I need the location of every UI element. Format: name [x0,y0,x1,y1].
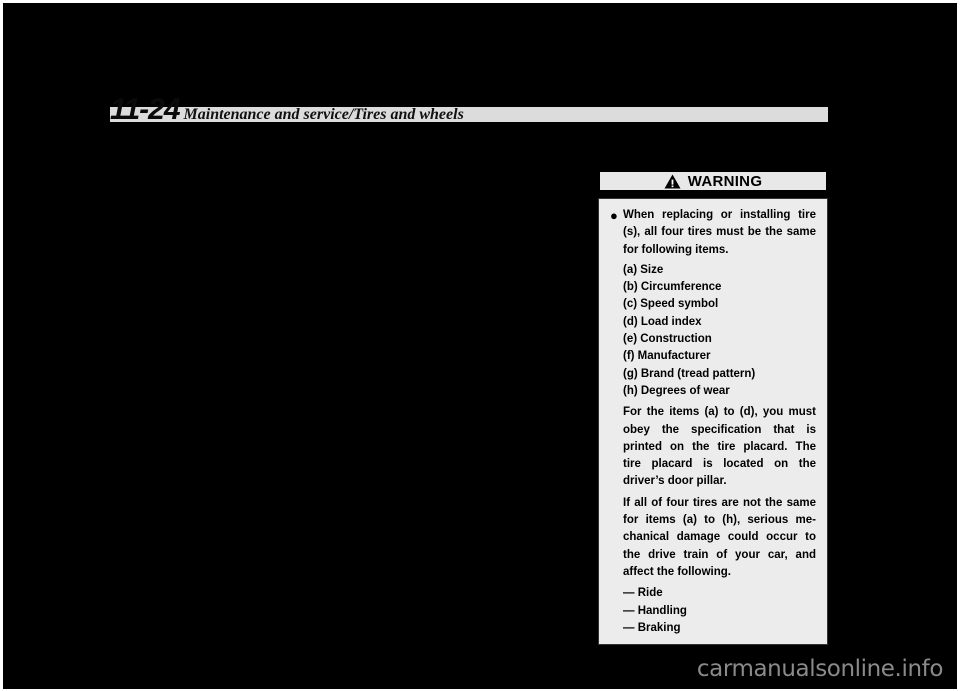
warning-lead-text: When replacing or installing tire (s), a… [623,207,816,259]
warning-body: ● When replacing or installing tire (s),… [598,198,828,646]
running-header-content: 11-24 Maintenance and service/Tires and w… [110,95,464,125]
list-item: (a) Size [623,263,664,276]
list-item: (c) Speed symbol [623,298,719,311]
p1-line-1: For the items (a) to (d), you must [623,406,816,419]
bullet-icon: ● [610,208,618,223]
section-title: Maintenance and service/Tires and wheels [183,106,464,123]
warning-lead-item: ● When replacing or installing tire (s),… [610,207,816,259]
warning-paragraph-2: If all of four tires are not the same fo… [610,495,816,581]
list-item: (e) Construction [623,333,712,346]
list-item: — Handling [623,604,687,617]
page-edge-top [0,0,960,3]
lead-line-2: (s), all four tires must be the same [623,226,816,239]
p2-line-5: affect the following. [623,565,731,578]
warning-paragraph-1: For the items (a) to (d), you must obey … [610,404,816,490]
warning-label: WARNING [687,172,763,190]
list-item: — Braking [623,621,681,634]
lead-line-1: When replacing or installing tire [623,209,816,221]
p1-line-5: driver’s door pillar. [623,475,727,488]
warning-triangle-icon [664,174,681,188]
lead-line-3: for following items. [623,243,729,256]
p2-line-3: chanical damage could occur to [623,531,816,544]
p1-line-3: printed on the tire placard. The [623,440,816,453]
page-edge-left [0,0,3,691]
p1-line-4: tire placard is located on the [623,458,816,471]
list-item: — Ride [623,587,663,600]
p2-line-4: the drive train of your car, and [623,548,816,561]
warning-callout: WARNING ● When replacing or installing t… [598,170,831,646]
warning-effects-list: — Ride — Handling — Braking [610,585,816,637]
site-watermark: carmanualsonline.info [696,656,944,682]
p2-line-2: for items (a) to (h), serious me- [623,514,816,527]
warning-header-bar: WARNING [598,170,828,192]
manual-page: 11-24 Maintenance and service/Tires and w… [0,0,960,691]
running-header: 11-24 Maintenance and service/Tires and w… [110,95,828,125]
list-item: (d) Load index [623,315,702,328]
p1-line-2: obey the specification that is [623,423,816,436]
warning-item-list: (a) Size (b) Circumference (c) Speed sym… [610,262,816,400]
list-item: (b) Circumference [623,281,722,294]
list-item: (f) Manufacturer [623,350,711,363]
warning-header-shadow [601,192,831,195]
list-item: (g) Brand (tread pattern) [623,367,756,380]
list-item: (h) Degrees of wear [623,384,730,397]
page-number: 11-24 [110,93,181,126]
p2-line-1: If all of four tires are not the same [623,496,816,509]
